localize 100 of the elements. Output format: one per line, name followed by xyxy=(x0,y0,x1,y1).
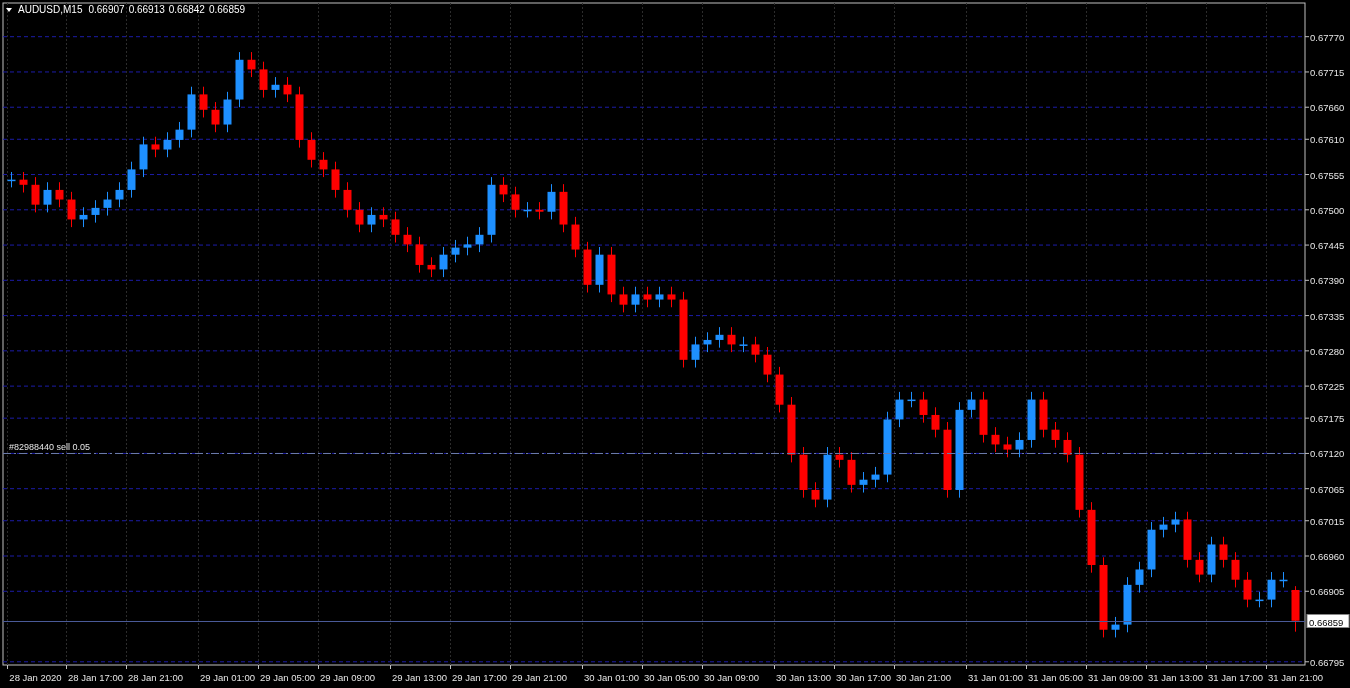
candle xyxy=(1183,511,1192,569)
y-tick-label: 0.67065 xyxy=(1310,483,1345,495)
candle xyxy=(571,216,580,258)
candle xyxy=(1207,536,1216,583)
y-tick-label: 0.67120 xyxy=(1310,448,1345,460)
candle xyxy=(487,176,496,243)
candle xyxy=(1255,591,1264,608)
candle xyxy=(271,76,280,99)
candle xyxy=(1171,511,1180,533)
candle xyxy=(199,86,208,118)
candle xyxy=(775,366,784,413)
x-tick-label: 31 Jan 17:00 xyxy=(1208,672,1263,683)
candle xyxy=(847,451,856,494)
candle xyxy=(1123,576,1132,633)
x-tick-label: 29 Jan 09:00 xyxy=(320,672,375,683)
price-value: 0.66913 xyxy=(128,4,165,15)
candle xyxy=(895,391,904,428)
candle xyxy=(223,91,232,133)
y-tick-label: 0.67715 xyxy=(1310,66,1345,78)
x-tick-label: 31 Jan 01:00 xyxy=(968,672,1023,683)
candle xyxy=(391,211,400,243)
candle xyxy=(295,86,304,149)
candle xyxy=(115,181,124,208)
y-tick-label: 0.67610 xyxy=(1310,134,1345,146)
x-tick-label: 29 Jan 05:00 xyxy=(260,672,315,683)
x-tick-label: 31 Jan 21:00 xyxy=(1268,672,1323,683)
price-value: 0.66907 xyxy=(88,4,125,15)
candle xyxy=(667,286,676,308)
x-tick-label: 30 Jan 21:00 xyxy=(896,672,951,683)
x-tick-label: 31 Jan 09:00 xyxy=(1088,672,1143,683)
x-tick-label: 30 Jan 13:00 xyxy=(776,672,831,683)
x-tick-label: 28 Jan 2020 xyxy=(9,672,62,683)
candle xyxy=(1219,536,1228,569)
candle xyxy=(559,183,568,233)
candle xyxy=(823,446,832,508)
dropdown-icon[interactable] xyxy=(6,8,12,12)
price-value: 0.66842 xyxy=(168,4,205,15)
candle xyxy=(1063,431,1072,463)
x-tick-label: 28 Jan 21:00 xyxy=(128,672,183,683)
candle xyxy=(1111,616,1120,638)
candle xyxy=(991,426,1000,453)
candle xyxy=(703,331,712,353)
x-tick-label: 28 Jan 17:00 xyxy=(68,672,123,683)
y-tick-label: 0.67280 xyxy=(1310,345,1345,357)
y-tick-label: 0.67770 xyxy=(1310,31,1345,43)
candle xyxy=(1279,571,1288,588)
candle xyxy=(7,171,16,188)
candle xyxy=(211,101,220,133)
candle xyxy=(331,161,340,199)
candle xyxy=(31,176,40,213)
candle xyxy=(715,326,724,349)
y-tick-label: 0.67660 xyxy=(1310,102,1345,114)
y-tick-label: 0.67555 xyxy=(1310,169,1345,181)
candle xyxy=(1243,571,1252,608)
candle xyxy=(643,286,652,308)
y-tick-label: 0.67175 xyxy=(1310,413,1345,425)
candle xyxy=(835,446,844,469)
candle xyxy=(127,161,136,199)
candle xyxy=(535,201,544,220)
candle xyxy=(175,121,184,149)
x-tick-label: 30 Jan 05:00 xyxy=(644,672,699,683)
candle xyxy=(1267,571,1276,608)
candle xyxy=(1003,436,1012,458)
candle xyxy=(475,226,484,253)
symbol-label: AUDUSD,M15 xyxy=(18,4,83,15)
candle xyxy=(607,246,616,303)
candle xyxy=(67,191,76,228)
candle xyxy=(439,246,448,278)
candle xyxy=(139,136,148,178)
candle xyxy=(451,239,460,263)
candle xyxy=(739,336,748,353)
x-tick-label: 30 Jan 09:00 xyxy=(704,672,759,683)
candle xyxy=(655,286,664,308)
candle xyxy=(499,176,508,203)
x-tick-label: 29 Jan 21:00 xyxy=(512,672,567,683)
x-tick-label: 30 Jan 01:00 xyxy=(584,672,639,683)
candle xyxy=(415,236,424,274)
candle xyxy=(763,346,772,383)
candle xyxy=(811,481,820,508)
candle xyxy=(19,171,28,193)
candle xyxy=(631,286,640,313)
candle xyxy=(583,241,592,293)
candle xyxy=(931,406,940,438)
candle xyxy=(859,471,868,494)
candle xyxy=(403,226,412,253)
candle xyxy=(1159,516,1168,538)
candle xyxy=(1195,551,1204,583)
candle xyxy=(727,326,736,353)
ref-line-label: 0.66859 xyxy=(1309,616,1344,628)
candle xyxy=(1015,431,1024,458)
candle xyxy=(787,396,796,463)
candle xyxy=(547,183,556,220)
candle xyxy=(343,181,352,218)
candle xyxy=(259,61,268,99)
candle xyxy=(79,206,88,228)
y-tick-label: 0.67015 xyxy=(1310,515,1345,527)
candle xyxy=(355,201,364,233)
candle xyxy=(319,151,328,178)
x-tick-label: 31 Jan 05:00 xyxy=(1028,672,1083,683)
candle xyxy=(751,336,760,363)
